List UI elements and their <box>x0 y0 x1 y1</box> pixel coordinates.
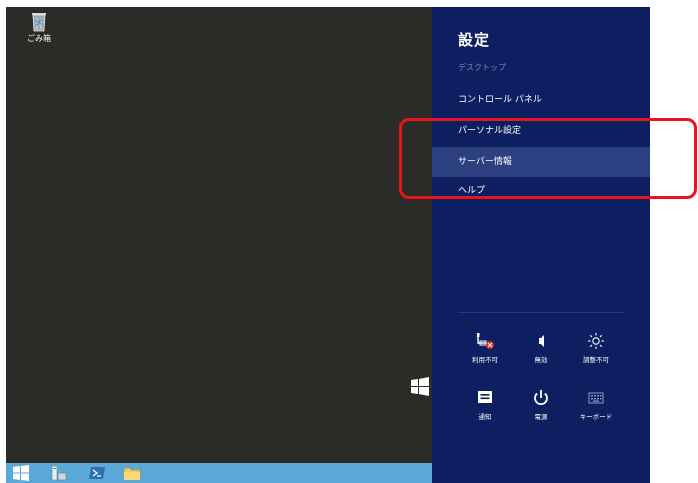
recycle-bin-icon <box>32 13 46 32</box>
quick-network[interactable]: 利用不可 <box>460 332 510 364</box>
menu-item-server-info[interactable]: サーバー情報 <box>432 147 650 177</box>
quick-volume-label: 無効 <box>534 356 548 364</box>
notifications-icon <box>478 391 492 403</box>
quick-volume[interactable]: 無効 <box>516 332 566 364</box>
desktop-screen: ごみ箱 設定 デスクトップ コントロール パネル パーソナル設定 サーバー情報 … <box>6 7 650 483</box>
network-unavailable-icon <box>477 333 494 349</box>
quick-brightness-label: 調整不可 <box>583 356 609 364</box>
quick-power[interactable]: 電源 <box>516 389 566 421</box>
menu-item-help[interactable]: ヘルプ <box>432 176 650 206</box>
server-manager-icon[interactable] <box>49 465 67 481</box>
quick-power-label: 電源 <box>534 413 548 421</box>
brightness-icon <box>588 333 604 349</box>
recycle-bin-shortcut[interactable]: ごみ箱 <box>19 10 59 44</box>
panel-title: 設定 <box>458 31 491 49</box>
menu-item-personalization[interactable]: パーソナル設定 <box>432 116 650 146</box>
menu-item-control-panel[interactable]: コントロール パネル <box>432 85 650 115</box>
powershell-icon[interactable] <box>88 465 106 481</box>
panel-divider <box>458 312 624 313</box>
start-hover-icon[interactable] <box>410 377 430 397</box>
quick-brightness[interactable]: 調整不可 <box>571 332 621 364</box>
quick-notifications-label: 通知 <box>478 413 492 421</box>
start-button-icon[interactable] <box>12 465 30 481</box>
volume-icon <box>539 335 544 347</box>
quick-keyboard-label: キーボード <box>579 413 613 421</box>
keyboard-icon <box>588 392 604 404</box>
settings-charm-panel: 設定 デスクトップ コントロール パネル パーソナル設定 サーバー情報 ヘルプ … <box>432 7 650 483</box>
panel-subtitle: デスクトップ <box>458 63 506 72</box>
quick-notifications[interactable]: 通知 <box>460 389 510 421</box>
recycle-bin-label: ごみ箱 <box>27 34 51 43</box>
quick-network-label: 利用不可 <box>472 356 498 364</box>
quick-keyboard[interactable]: キーボード <box>571 389 621 421</box>
file-explorer-icon[interactable] <box>123 465 141 481</box>
power-icon <box>534 390 548 405</box>
